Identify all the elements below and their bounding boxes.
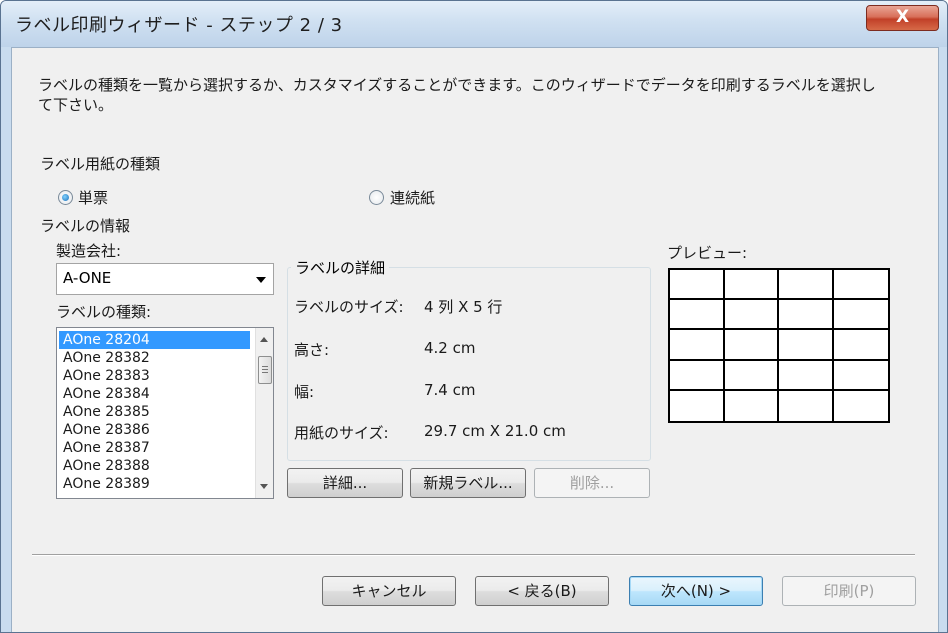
scroll-down-icon[interactable] [260,484,268,489]
next-button[interactable]: 次へ(N) > [629,576,763,606]
preview-label-cell [833,270,888,301]
preview-label-cell [833,330,888,361]
manufacturer-value: A-ONE [63,269,112,287]
radio-continuous[interactable] [369,190,384,205]
detail-label-height: 高さ: [294,341,330,359]
list-item[interactable]: AOne 28384 [59,385,250,403]
list-scrollbar[interactable] [255,328,273,498]
preview-label-cell [724,270,779,301]
scroll-up-icon[interactable] [260,337,268,342]
back-button[interactable]: < 戻る(B) [475,576,609,606]
detail-value-width: 7.4 cm [424,381,476,399]
list-item[interactable]: AOne 28382 [59,349,250,367]
detail-label-size: ラベルのサイズ: [294,298,404,316]
wizard-content: ラベルの種類を一覧から選択するか、カスタマイズすることができます。このウィザード… [11,47,939,632]
preview-grid [668,268,890,423]
list-item[interactable]: AOne 28387 [59,439,250,457]
preview-label-cell [670,300,725,331]
detail-value-height: 4.2 cm [424,339,476,357]
list-item[interactable]: AOne 28388 [59,457,250,475]
footer-separator [32,554,915,556]
description-line-1: ラベルの種類を一覧から選択するか、カスタマイズすることができます。このウィザード… [38,76,876,94]
list-item[interactable]: AOne 28204 [59,331,250,349]
preview-label-cell [670,390,725,421]
preview-label-cell [670,360,725,391]
list-item[interactable]: AOne 28386 [59,421,250,439]
close-icon[interactable]: X [866,5,939,31]
wizard-window: ラベル印刷ウィザード - ステップ 2 / 3 X ラベルの種類を一覧から選択す… [0,0,948,633]
preview-label-cell [833,361,888,391]
description-line-2: て下さい。 [38,96,114,114]
list-item[interactable]: AOne 28383 [59,367,250,385]
label-type-list[interactable]: AOne 28204 AOne 28382 AOne 28383 AOne 28… [56,327,274,499]
list-item[interactable]: AOne 28389 [59,475,250,493]
preview-label-cell [833,300,888,331]
scroll-thumb[interactable] [258,356,272,384]
preview-label-cell [834,391,889,421]
radio-single-sheet[interactable] [58,190,73,205]
manufacturer-dropdown[interactable]: A-ONE [56,263,274,295]
preview-label-cell [724,360,779,391]
detail-label-paper-size: 用紙のサイズ: [294,424,389,442]
preview-label-cell [670,330,725,361]
label-type-label: ラベルの種類: [56,303,152,321]
radio-continuous-label[interactable]: 連続紙 [390,187,435,208]
window-title: ラベル印刷ウィザード - ステップ 2 / 3 [15,15,343,36]
preview-label-cell [670,270,725,301]
preview-label-cell [779,330,834,361]
list-item[interactable]: AOne 28385 [59,403,250,421]
preview-label-cell [779,300,834,331]
radio-checked-dot [62,194,69,201]
label-info-heading: ラベルの情報 [40,217,131,235]
detail-value-size: 4 列 X 5 行 [424,298,503,316]
preview-label: プレビュー: [667,244,748,262]
cancel-button[interactable]: キャンセル [322,576,456,606]
detail-label-width: 幅: [294,383,315,401]
print-button[interactable]: 印刷(P) [782,576,916,606]
preview-label-cell [779,270,834,301]
new-label-button[interactable]: 新規ラベル... [410,468,526,498]
preview-label-cell [725,390,779,421]
details-button[interactable]: 詳細... [287,468,403,498]
preview-label-cell [779,360,834,391]
title-bar[interactable]: ラベル印刷ウィザード - ステップ 2 / 3 X [1,1,947,47]
preview-label-cell [724,300,779,331]
manufacturer-label: 製造会社: [56,242,122,260]
preview-label-cell [724,330,779,361]
radio-single-sheet-label[interactable]: 単票 [78,187,108,208]
preview-label-cell [779,390,834,421]
detail-value-paper-size: 29.7 cm X 21.0 cm [424,422,566,440]
paper-type-heading: ラベル用紙の種類 [40,155,161,173]
label-details-heading: ラベルの詳細 [291,257,390,278]
delete-button[interactable]: 削除... [534,468,650,498]
chevron-down-icon[interactable] [256,277,266,283]
